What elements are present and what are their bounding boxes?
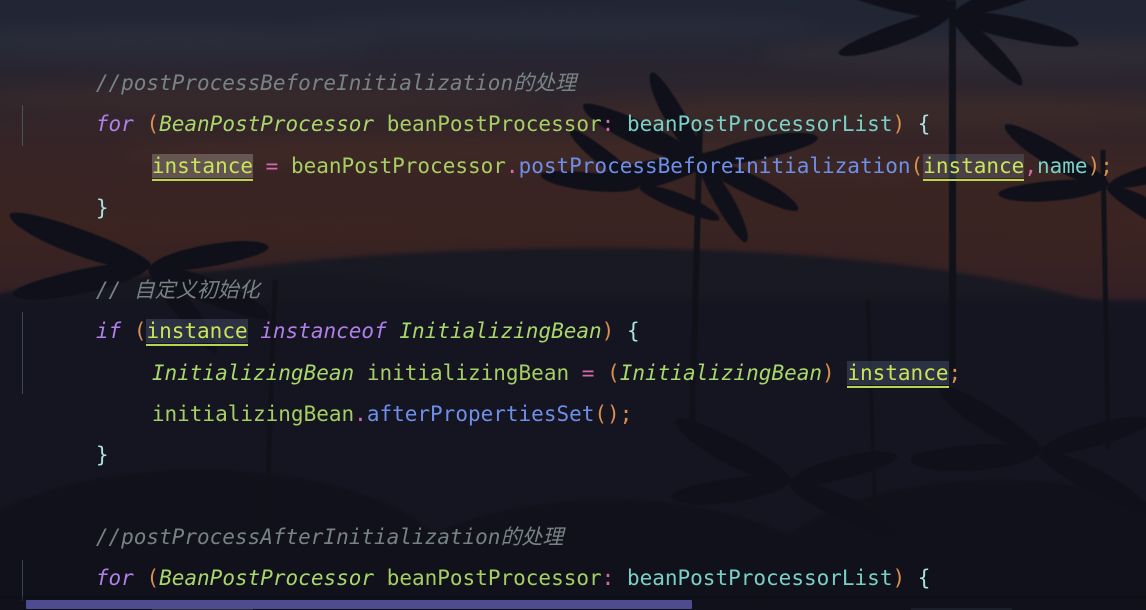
- code-line[interactable]: }: [20, 147, 1146, 220]
- brace-close: }: [95, 443, 109, 467]
- code-line[interactable]: // 自定义初始化: [20, 229, 1146, 302]
- horizontal-scrollbar-thumb[interactable]: [26, 600, 692, 609]
- code-line[interactable]: InitializingBean initializingBean = (Ini…: [76, 312, 1146, 388]
- code-line[interactable]: for (BeanPostProcessor beanPostProcessor…: [20, 517, 1146, 590]
- code-line[interactable]: //postProcessAfterInitialization的处理: [20, 476, 1146, 549]
- code-line[interactable]: }: [20, 394, 1146, 467]
- code-line[interactable]: //postProcessBeforeInitialization的处理: [20, 22, 1146, 95]
- code-line[interactable]: initializingBean.afterPropertiesSet();: [76, 353, 1146, 426]
- code-line[interactable]: if (instance instanceof InitializingBean…: [20, 270, 1146, 346]
- code-line[interactable]: for (BeanPostProcessor beanPostProcessor…: [20, 63, 1146, 136]
- code-editor[interactable]: //postProcessBeforeInitialization的处理 for…: [0, 0, 1146, 610]
- code-line-active[interactable]: instance = beanPostProcessor.postProcess…: [76, 559, 1146, 610]
- brace-close: }: [95, 196, 109, 220]
- code-line[interactable]: instance = beanPostProcessor.postProcess…: [76, 105, 1146, 181]
- horizontal-scrollbar-track[interactable]: [0, 599, 1146, 610]
- code-area[interactable]: //postProcessBeforeInitialization的处理 for…: [0, 0, 1146, 610]
